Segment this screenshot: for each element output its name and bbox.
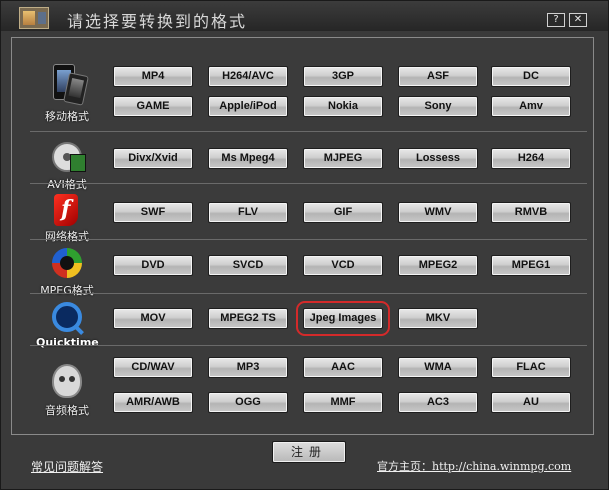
help-button[interactable]: ? [547,13,565,27]
row-divider [30,239,587,240]
format-button-3gp[interactable]: 3GP [303,66,383,87]
format-button-divx-xvid[interactable]: Divx/Xvid [113,148,193,169]
format-button-mpeg1[interactable]: MPEG1 [491,255,571,276]
format-selection-window: 请选择要转换到的格式 ? ✕ 移动格式 MP4 H264/AVC 3GP ASF… [0,0,609,490]
format-button-svcd[interactable]: SVCD [208,255,288,276]
format-button-h264[interactable]: H264 [491,148,571,169]
category-mobile: 移动格式 [36,62,98,124]
format-button-mmf[interactable]: MMF [303,392,383,413]
format-button-apple-ipod[interactable]: Apple/iPod [208,96,288,117]
homepage-prefix: 官方主页： [377,460,432,473]
mpeg-disc-icon [48,244,86,288]
format-button-game[interactable]: GAME [113,96,193,117]
format-button-amr-awb[interactable]: AMR/AWB [113,392,193,413]
format-button-wmv[interactable]: WMV [398,202,478,223]
format-button-mkv[interactable]: MKV [398,308,478,329]
format-button-mp4[interactable]: MP4 [113,66,193,87]
format-button-swf[interactable]: SWF [113,202,193,223]
format-button-ogg[interactable]: OGG [208,392,288,413]
format-button-lossess[interactable]: Lossess [398,148,478,169]
format-button-sony[interactable]: Sony [398,96,478,117]
format-button-cd-wav[interactable]: CD/WAV [113,357,193,378]
audio-player-icon [48,360,86,404]
homepage-url: http://china.winmpg.com [432,460,572,473]
format-button-ac3[interactable]: AC3 [398,392,478,413]
category-mpeg: MPEG格式 [36,244,98,298]
format-button-dc[interactable]: DC [491,66,571,87]
row-divider [30,183,587,184]
flash-icon [48,190,86,234]
format-button-aac[interactable]: AAC [303,357,383,378]
quicktime-icon [48,300,86,344]
app-film-icon [19,7,49,29]
format-button-vcd[interactable]: VCD [303,255,383,276]
format-button-au[interactable]: AU [491,392,571,413]
format-button-gif[interactable]: GIF [303,202,383,223]
format-button-mov[interactable]: MOV [113,308,193,329]
format-button-h264-avc[interactable]: H264/AVC [208,66,288,87]
format-button-mpeg2-ts[interactable]: MPEG2 TS [208,308,288,329]
format-button-mp3[interactable]: MP3 [208,357,288,378]
format-button-flv[interactable]: FLV [208,202,288,223]
format-button-amv[interactable]: Amv [491,96,571,117]
mobile-phone-icon [48,62,89,106]
close-button[interactable]: ✕ [569,13,587,27]
format-button-flac[interactable]: FLAC [491,357,571,378]
format-button-nokia[interactable]: Nokia [303,96,383,117]
film-reel-icon [48,138,86,182]
category-label-mobile: 移动格式 [45,110,89,123]
format-button-wma[interactable]: WMA [398,357,478,378]
title-bar: 请选择要转换到的格式 ? ✕ [1,1,608,31]
format-button-mpeg2[interactable]: MPEG2 [398,255,478,276]
row-divider [30,131,587,132]
format-panel: 移动格式 MP4 H264/AVC 3GP ASF DC GAME Apple/… [11,37,594,435]
row-divider [30,293,587,294]
format-button-jpeg-images[interactable]: Jpeg Images [296,301,390,336]
category-label-audio: 音频格式 [45,404,89,417]
category-audio: 音频格式 [36,360,98,418]
format-button-dvd[interactable]: DVD [113,255,193,276]
format-button-asf[interactable]: ASF [398,66,478,87]
format-button-ms-mpeg4[interactable]: Ms Mpeg4 [208,148,288,169]
category-web: 网络格式 [36,190,98,244]
format-button-rmvb[interactable]: RMVB [491,202,571,223]
window-title: 请选择要转换到的格式 [67,12,248,31]
register-button[interactable]: 注册 [272,441,346,463]
row-divider [30,345,587,346]
homepage-link[interactable]: 官方主页：http://china.winmpg.com [377,458,571,474]
faq-link[interactable]: 常见问题解答 [31,458,103,475]
category-quicktime: Quicktime [36,300,99,349]
format-button-mjpeg[interactable]: MJPEG [303,148,383,169]
